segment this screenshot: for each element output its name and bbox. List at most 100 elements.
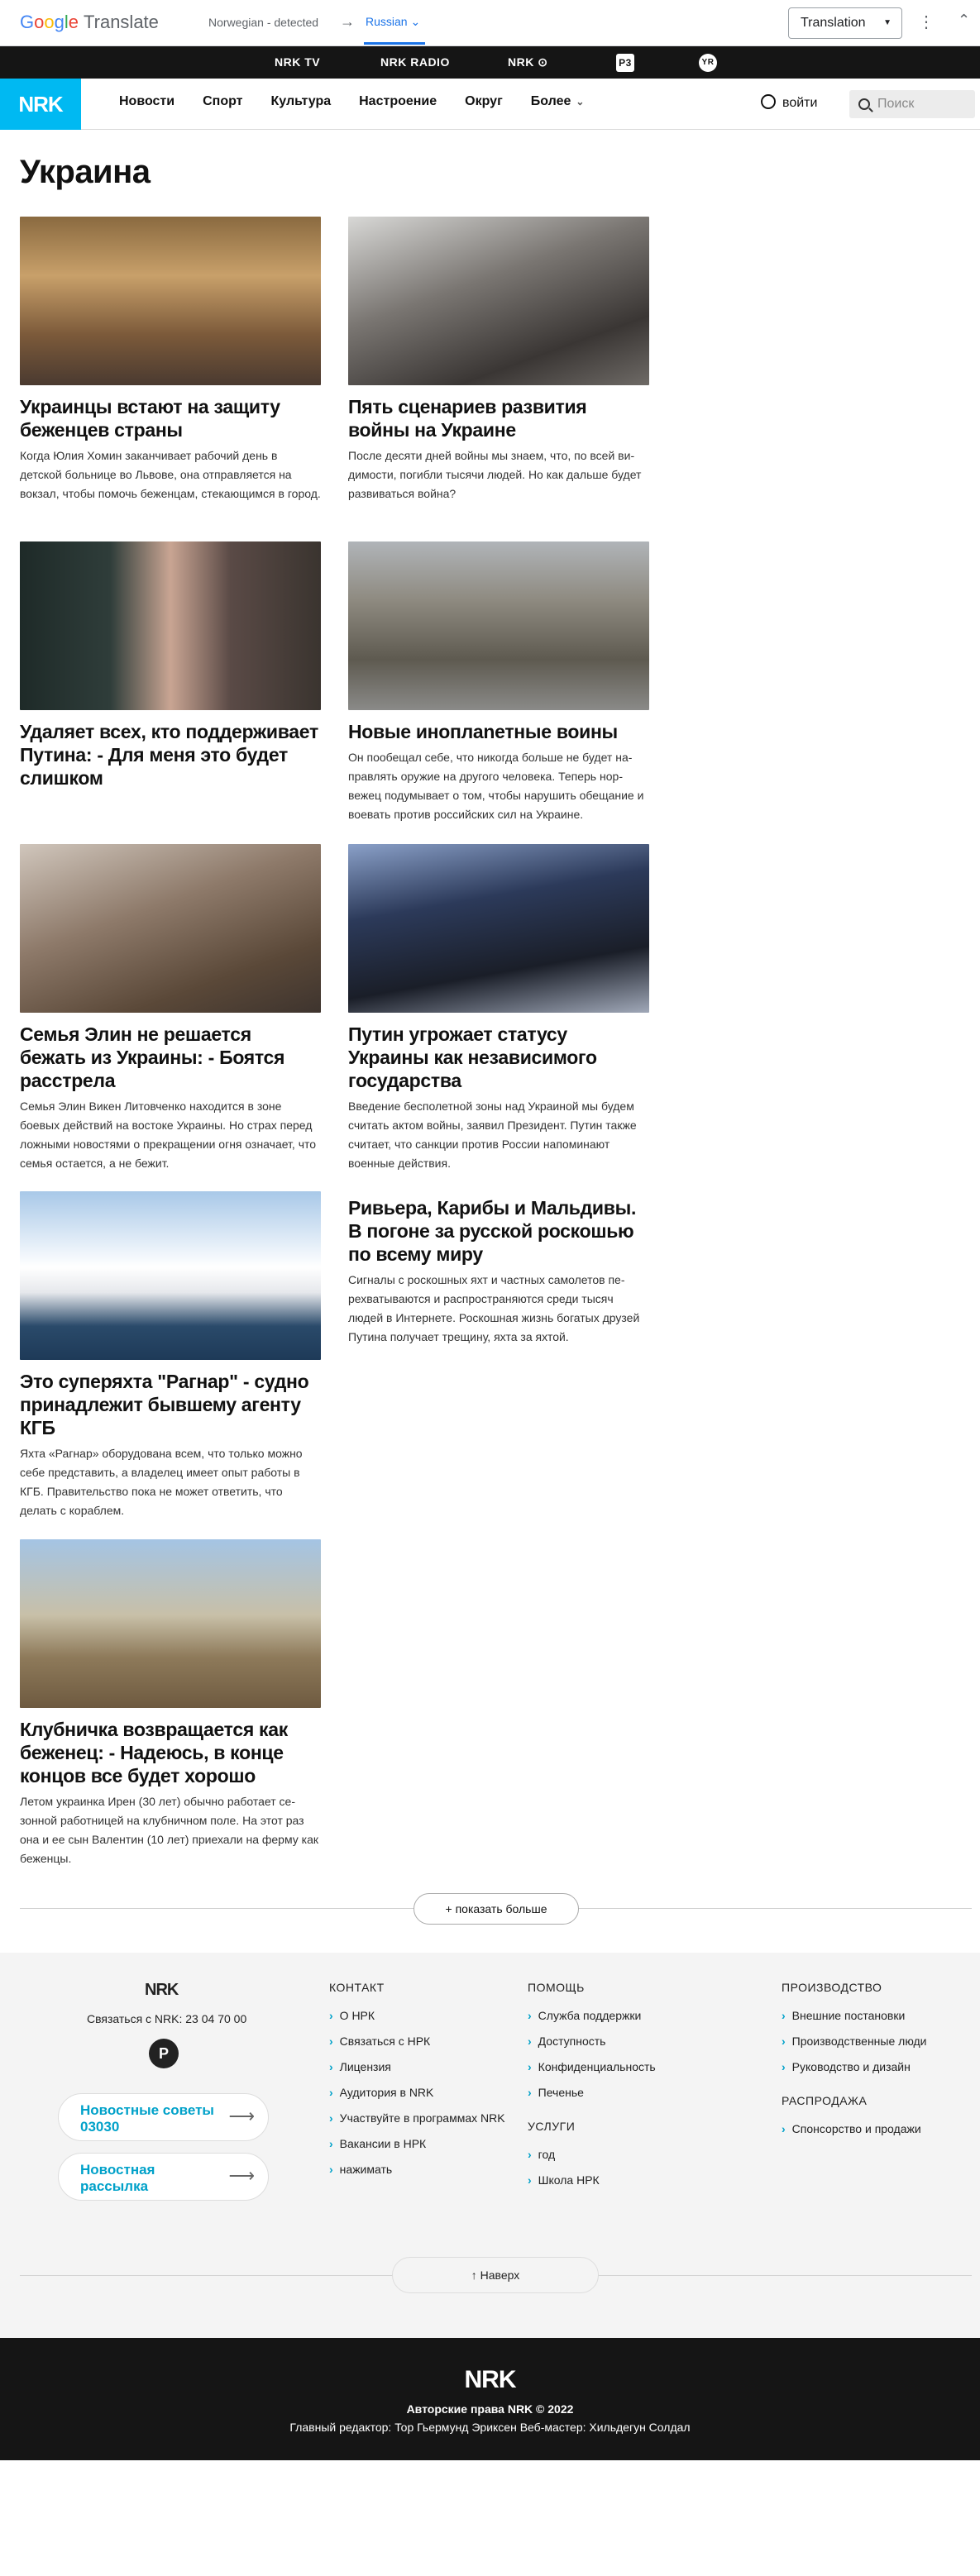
article-lead: Введение бесполетной зоны над Украиной м…: [348, 1100, 637, 1170]
p-logo-icon[interactable]: P: [149, 2039, 179, 2068]
article-card[interactable]: Украинцы встают на защиту беженцев стран…: [20, 217, 321, 503]
back-to-top-button[interactable]: ↑ Наверх: [392, 2257, 599, 2293]
footer-link[interactable]: › Конфиденциальность: [528, 2060, 656, 2086]
article-image[interactable]: [348, 541, 649, 710]
chevron-right-icon: ›: [782, 2035, 786, 2048]
chevron-right-icon: ›: [782, 2060, 786, 2073]
footer-link[interactable]: › Доступность: [528, 2035, 656, 2060]
news-tips-button[interactable]: Новостные советы 03030 ⟶: [58, 2093, 269, 2141]
article-card[interactable]: Это суперяхта "Рагнар" - судно принадлеж…: [20, 1191, 321, 1520]
newsletter-button[interactable]: Новостная рассылка ⟶: [58, 2153, 269, 2201]
article-image[interactable]: [20, 217, 321, 385]
footer-link[interactable]: › Школа НРК: [528, 2173, 656, 2199]
nrk-radio-link[interactable]: NRK RADIO: [380, 55, 450, 69]
chevron-right-icon: ›: [329, 2137, 333, 2150]
bottom-nrk-logo[interactable]: NRK: [0, 2366, 980, 2394]
article-title[interactable]: Ривьера, Карибы и Мальдивы. В погоне за …: [348, 1196, 649, 1266]
article-lead: Сигналы с роскошных яхт и частных самоле…: [348, 1273, 640, 1343]
article-image[interactable]: [20, 1191, 321, 1360]
footer-link[interactable]: › Печенье: [528, 2086, 656, 2111]
copyright: Авторские права NRK © 2022: [406, 2402, 574, 2416]
user-icon: [761, 94, 776, 109]
footer-link[interactable]: › Руководство и дизайн: [782, 2060, 927, 2086]
nav-news[interactable]: Новости: [119, 94, 174, 109]
article-card[interactable]: Новые иноплanетные воины Он пообещал себ…: [348, 541, 649, 824]
login-button[interactable]: войти: [761, 94, 817, 111]
footer-link[interactable]: › Вакансии в НРК: [329, 2137, 505, 2163]
footer-link[interactable]: › Участвуйте в программах NRK: [329, 2111, 505, 2137]
show-more-button[interactable]: + показать больше: [414, 1893, 579, 1925]
nrk-logo[interactable]: NRK: [0, 79, 81, 130]
article-card[interactable]: Удаляет всех, кто поддерживает Путина: -…: [20, 541, 321, 789]
article-image[interactable]: [20, 844, 321, 1013]
article-title[interactable]: Удаляет всех, кто поддерживает Путина: -…: [20, 720, 321, 789]
article-lead: Летом украинка Ирен (30 лет) обычно рабо…: [20, 1795, 318, 1865]
nrk-channel-strip: NRK TV NRK RADIO NRK ⊙ P3 YR: [0, 46, 980, 79]
article-card[interactable]: Клубничка возвращается как беженец: - На…: [20, 1539, 321, 1868]
nav-mood[interactable]: Настроение: [359, 94, 437, 109]
footer-link[interactable]: › нажимать: [329, 2163, 505, 2188]
article-title[interactable]: Семья Элин не решается бежать из Украины…: [20, 1023, 321, 1092]
article-card[interactable]: Семья Элин не решается бежать из Украины…: [20, 844, 321, 1173]
article-image[interactable]: [20, 541, 321, 710]
article-card[interactable]: Пять сценариев развития войны на Украине…: [348, 217, 649, 503]
p3-link[interactable]: P3: [616, 54, 634, 72]
page-title: Украина: [20, 154, 151, 190]
nrk-tv-link[interactable]: NRK TV: [275, 55, 320, 69]
target-language-underline: [364, 42, 425, 45]
chevron-right-icon: ›: [528, 2009, 532, 2022]
chevron-right-icon: ›: [329, 2009, 333, 2022]
article-lead: После десяти дней войны мы знаем, что, п…: [348, 449, 642, 500]
chevron-right-icon: ›: [329, 2163, 333, 2176]
article-title[interactable]: Это суперяхта "Рагнар" - судно принадлеж…: [20, 1370, 321, 1439]
target-language[interactable]: Russian ⌄: [366, 15, 420, 29]
article-image[interactable]: [348, 217, 649, 385]
footer-production-column: ПРОИЗВОДСТВО › Внешние постановки › Произв…: [782, 1981, 927, 2148]
article-lead: Семья Элин Викен Литовченко находится в …: [20, 1100, 317, 1170]
footer-link[interactable]: › О НРК: [329, 2009, 505, 2035]
nav-more[interactable]: Более ⌄: [531, 94, 585, 109]
footer-link[interactable]: › Аудитория в NRK: [329, 2086, 505, 2111]
footer-nrk-logo[interactable]: NRK: [145, 1981, 179, 2000]
translation-mode-select[interactable]: Translation ▼: [788, 7, 902, 39]
article-card[interactable]: Путин угрожает статусу Украины как незав…: [348, 844, 649, 1173]
footer-phone: Связаться с NRK: 23 04 70 00: [87, 2012, 247, 2025]
article-image[interactable]: [348, 844, 649, 1013]
more-options-icon[interactable]: ⋮: [918, 12, 935, 32]
chevron-right-icon: ›: [528, 2086, 532, 2099]
article-lead: Он пообещал себе, что никогда больше не …: [348, 751, 644, 821]
footer-link[interactable]: › Производственные люди: [782, 2035, 927, 2060]
collapse-icon[interactable]: ⌃: [958, 12, 970, 29]
article-title[interactable]: Новые иноплanетные воины: [348, 720, 649, 743]
footer-link[interactable]: › Спонсорство и продажи: [782, 2122, 927, 2148]
nav-district[interactable]: Округ: [465, 94, 503, 109]
footer-link[interactable]: › Лицензия: [329, 2060, 505, 2086]
footer-link[interactable]: › год: [528, 2148, 656, 2173]
article-image[interactable]: [20, 1539, 321, 1708]
bottom-bar: NRK Авторские права NRK © 2022 Главный р…: [0, 2338, 980, 2460]
footer-link[interactable]: › Внешние постановки: [782, 2009, 927, 2035]
article-title[interactable]: Клубничка возвращается как беженец: - На…: [20, 1718, 321, 1787]
main-nav: Новости Спорт Культура Настроение Округ …: [119, 94, 584, 109]
source-language[interactable]: Norwegian - detected: [208, 16, 318, 29]
article-title[interactable]: Украинцы встают на защиту беженцев стран…: [20, 395, 321, 441]
search-input[interactable]: Поиск: [849, 90, 975, 118]
chevron-right-icon: ›: [329, 2035, 333, 2048]
footer-column-title: РАСПРОДАЖА: [782, 2094, 868, 2107]
nav-culture[interactable]: Культура: [270, 94, 331, 109]
chevron-right-icon: ›: [782, 2122, 786, 2135]
article-title[interactable]: Пять сценариев развития войны на Украине: [348, 395, 649, 441]
chevron-right-icon: ›: [329, 2111, 333, 2125]
footer-column-title: ПРОИЗВОДСТВО: [782, 1981, 882, 1994]
google-translate-logo[interactable]: Google Translate: [20, 12, 159, 33]
article-card[interactable]: Ривьера, Карибы и Мальдивы. В погоне за …: [348, 1191, 649, 1347]
footer-help-column: ПОМОЩЬ › Служба поддержки › Доступность › К…: [528, 1981, 656, 2199]
caret-down-icon: ▼: [883, 18, 892, 27]
nav-sport[interactable]: Спорт: [203, 94, 242, 109]
article-title[interactable]: Путин угрожает статусу Украины как незав…: [348, 1023, 649, 1092]
yr-link[interactable]: YR: [699, 54, 717, 72]
footer-link[interactable]: › Связаться с НРК: [329, 2035, 505, 2060]
footer-link[interactable]: › Служба поддержки: [528, 2009, 656, 2035]
chevron-right-icon: ›: [528, 2148, 532, 2161]
nrk-super-link[interactable]: NRK ⊙: [508, 55, 547, 69]
